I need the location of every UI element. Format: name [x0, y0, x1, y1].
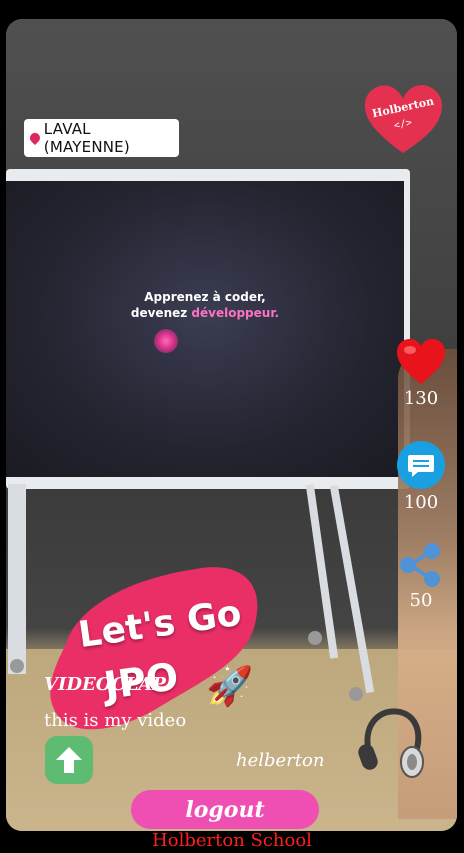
video-screen-glow — [154, 329, 178, 353]
location-label: LAVAL (MAYENNE) — [43, 120, 130, 156]
rocket-icon: 🚀 — [206, 664, 254, 708]
comment-icon — [397, 441, 445, 489]
video-description: this is my video — [44, 710, 187, 731]
video-tv-wheel — [349, 687, 363, 701]
video-tv-frame — [6, 169, 410, 489]
video-tv-screen — [6, 181, 404, 477]
holberton-logo: Holberton </> — [361, 79, 445, 155]
location-tag: LAVAL (MAYENNE) — [24, 119, 179, 157]
comment-button[interactable]: 100 — [396, 440, 446, 513]
video-screen-title: Apprenez à coder, devenez développeur. — [130, 290, 280, 320]
video-tv-wheel — [10, 659, 24, 673]
logout-button[interactable]: logout — [131, 790, 319, 829]
like-count: 130 — [403, 388, 439, 409]
arrow-up-icon — [56, 747, 82, 773]
scroll-up-button[interactable] — [45, 736, 93, 784]
share-count: 50 — [409, 590, 433, 611]
share-icon — [400, 543, 440, 587]
video-author[interactable]: helberton — [236, 750, 324, 771]
footer-text: Holberton School — [152, 830, 312, 851]
like-button[interactable]: 130 — [396, 338, 446, 409]
comment-count: 100 — [403, 492, 439, 513]
share-button[interactable]: 50 — [396, 542, 446, 611]
heart-icon — [397, 339, 445, 384]
video-tv-stand — [8, 484, 26, 674]
video-tv-wheel — [308, 631, 322, 645]
video-title: VIDEOCLAP — [44, 674, 166, 695]
location-pin-icon — [27, 131, 42, 145]
headphones-icon[interactable] — [356, 704, 426, 780]
